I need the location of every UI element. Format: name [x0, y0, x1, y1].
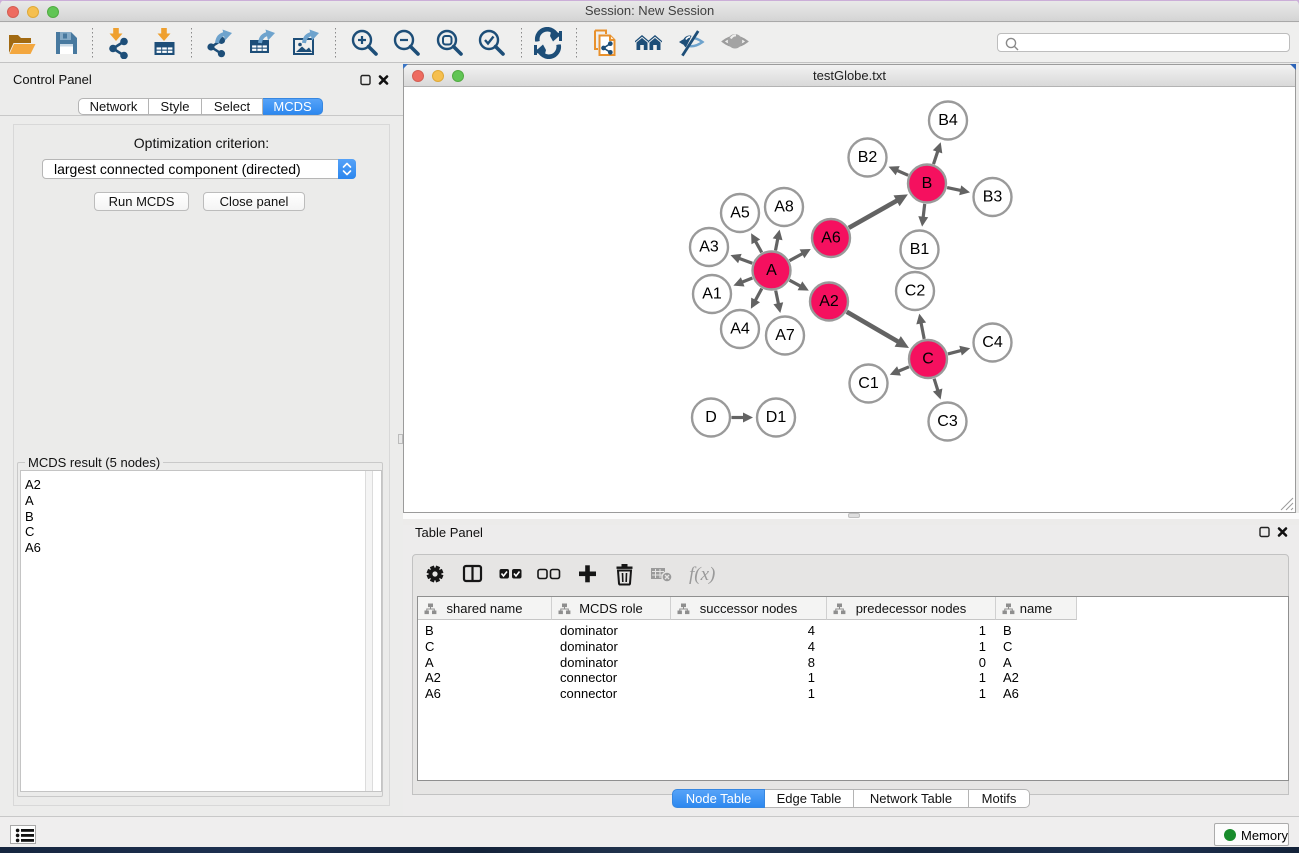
svg-text:C1: C1	[858, 375, 879, 392]
svg-text:A3: A3	[699, 239, 719, 256]
svg-text:A8: A8	[774, 199, 794, 216]
svg-text:B2: B2	[858, 149, 878, 166]
svg-text:A5: A5	[730, 205, 750, 222]
svg-text:C2: C2	[905, 283, 926, 300]
svg-text:A7: A7	[775, 327, 795, 344]
svg-text:D: D	[705, 409, 717, 426]
svg-text:A2: A2	[819, 293, 839, 310]
svg-text:D1: D1	[766, 409, 787, 426]
svg-text:A6: A6	[821, 230, 841, 247]
svg-text:B1: B1	[910, 241, 930, 258]
svg-text:B3: B3	[983, 189, 1003, 206]
svg-text:A: A	[766, 262, 777, 279]
svg-text:B: B	[922, 175, 933, 192]
svg-text:A4: A4	[730, 321, 750, 338]
svg-text:B4: B4	[938, 112, 958, 129]
svg-text:f(x): f(x)	[689, 564, 715, 585]
svg-text:A1: A1	[702, 286, 722, 303]
svg-text:C3: C3	[937, 413, 958, 430]
svg-text:C: C	[922, 351, 934, 368]
svg-text:C4: C4	[982, 334, 1003, 351]
